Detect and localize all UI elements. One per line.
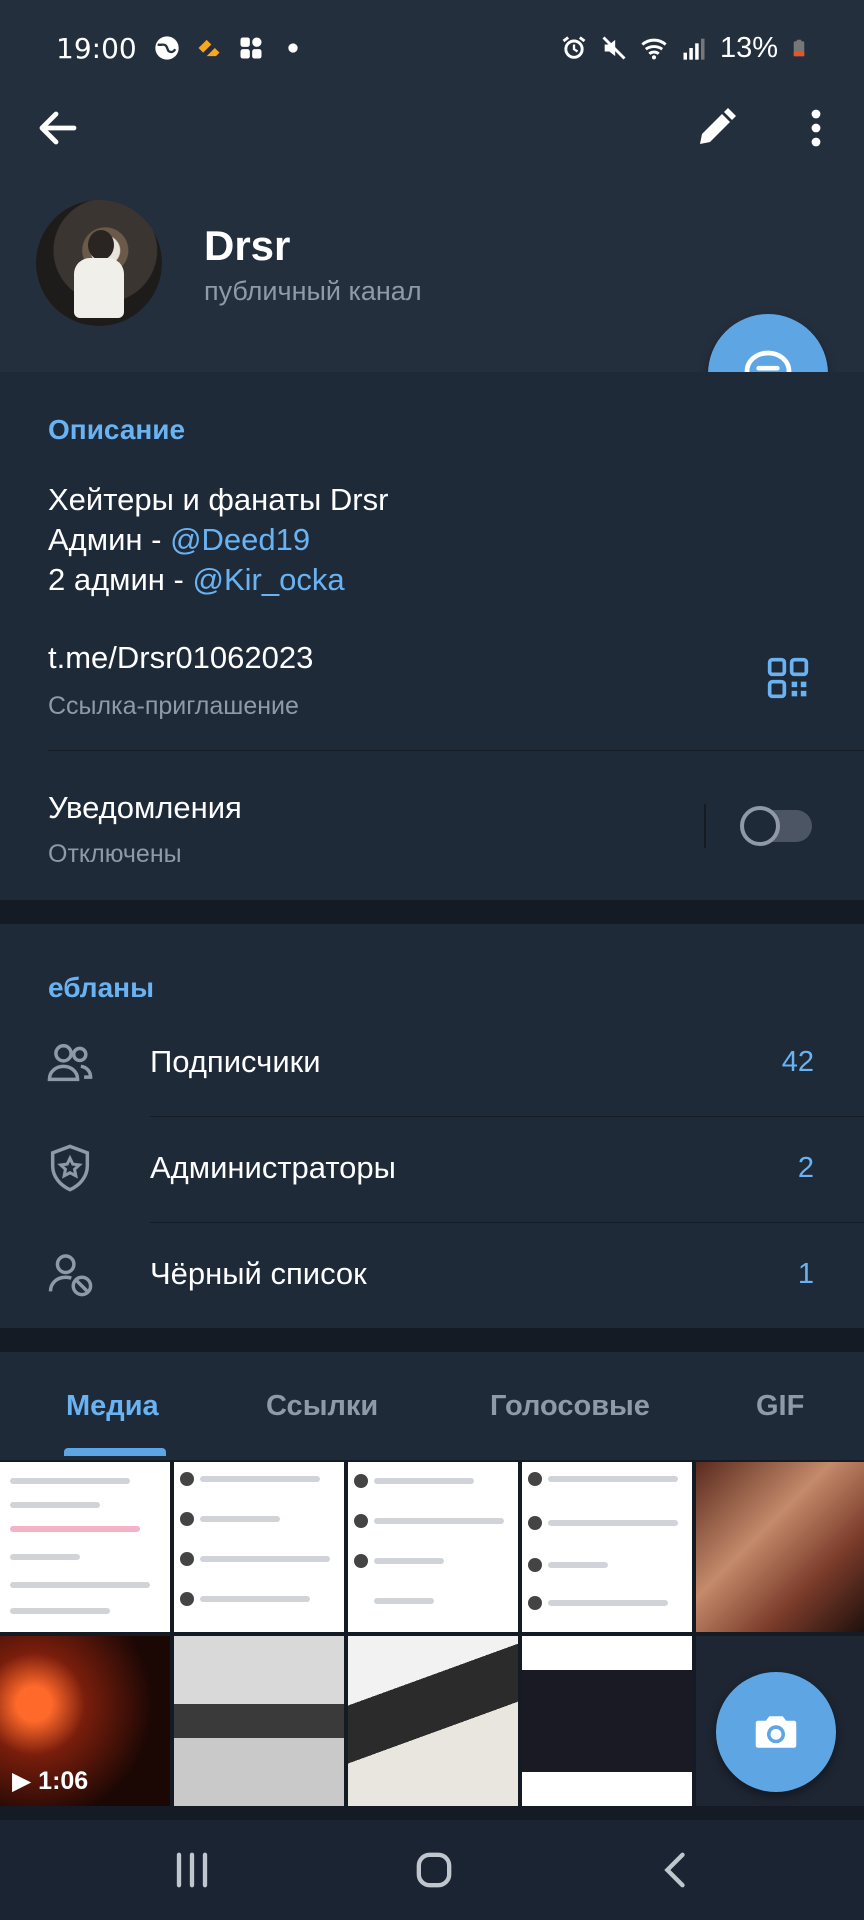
divider — [48, 750, 864, 751]
signal-icon — [683, 38, 705, 60]
dot-icon — [288, 43, 298, 53]
tab-gif[interactable]: GIF — [756, 1390, 804, 1423]
camera-button[interactable] — [716, 1672, 836, 1792]
channel-avatar[interactable] — [36, 200, 162, 326]
section-gap — [0, 900, 864, 924]
back-nav-icon[interactable] — [650, 1844, 702, 1896]
divider — [150, 1116, 864, 1117]
grid-icon — [240, 37, 262, 59]
notifications-title: Уведомления — [48, 790, 242, 825]
row-count: 2 — [797, 1152, 814, 1184]
channel-name: Drsr — [204, 222, 291, 269]
edit-pencil-icon[interactable] — [692, 104, 740, 152]
user-blocked-icon — [48, 1254, 93, 1297]
media-thumbnail[interactable] — [0, 1462, 170, 1632]
notifications-status: Отключены — [48, 840, 182, 868]
media-thumbnail[interactable] — [522, 1462, 692, 1632]
tab-media[interactable]: Медиа — [66, 1390, 159, 1423]
media-thumbnail[interactable] — [348, 1462, 518, 1632]
invite-link-label: Ссылка-приглашение — [48, 692, 299, 720]
media-thumbnail[interactable] — [348, 1636, 518, 1806]
notifications-toggle[interactable] — [740, 806, 812, 846]
row-label: Администраторы — [150, 1150, 396, 1185]
status-time: 19:00 — [56, 31, 137, 65]
media-thumbnail[interactable] — [174, 1462, 344, 1632]
admin-prefix: Админ - — [48, 522, 171, 557]
tab-voice[interactable]: Голосовые — [490, 1390, 650, 1423]
globe-icon — [155, 36, 179, 60]
more-vertical-icon[interactable] — [792, 104, 840, 152]
description-title: Описание — [48, 414, 186, 445]
qr-code-icon[interactable] — [766, 656, 810, 700]
home-icon[interactable] — [408, 1844, 460, 1896]
admin-mention-link[interactable]: @Deed19 — [170, 522, 310, 557]
members-section-title: ебланы — [48, 972, 154, 1003]
media-thumbnail[interactable] — [522, 1636, 692, 1806]
section-gap — [0, 1328, 864, 1352]
status-bar: 19:00 13% — [0, 0, 864, 96]
battery-percent: 13% — [719, 31, 778, 64]
users-icon — [47, 1044, 93, 1082]
back-arrow-icon[interactable] — [34, 104, 82, 152]
media-thumbnail[interactable] — [174, 1636, 344, 1806]
description-line: Хейтеры и фанаты Drsr — [48, 482, 389, 517]
battery-icon — [793, 39, 805, 57]
divider — [150, 1222, 864, 1223]
shield-star-icon — [50, 1144, 90, 1192]
mute-icon — [602, 36, 626, 60]
wifi-icon — [641, 38, 667, 60]
vertical-separator — [704, 804, 706, 848]
video-duration-badge: ▶ 1:06 — [12, 1767, 89, 1795]
channel-description: Хейтеры и фанаты Drsr Админ - @Deed19 2 … — [48, 480, 388, 600]
alarm-icon — [562, 36, 586, 59]
media-thumbnail[interactable] — [696, 1462, 864, 1632]
channel-type: публичный канал — [204, 276, 422, 306]
invite-link[interactable]: t.me/Drsr01062023 — [48, 640, 313, 676]
row-label: Подписчики — [150, 1044, 321, 1079]
row-label: Чёрный список — [150, 1256, 367, 1291]
app-icon — [198, 39, 220, 57]
row-count: 1 — [797, 1258, 814, 1290]
camera-icon — [755, 1716, 797, 1748]
admin2-mention-link[interactable]: @Kir_ocka — [192, 562, 344, 597]
recent-apps-icon[interactable] — [166, 1844, 218, 1896]
tab-links[interactable]: Ссылки — [266, 1390, 378, 1423]
tab-indicator — [64, 1448, 166, 1456]
video-duration: 1:06 — [38, 1767, 89, 1795]
row-count: 42 — [781, 1046, 814, 1078]
admin2-prefix: 2 админ - — [48, 562, 193, 597]
